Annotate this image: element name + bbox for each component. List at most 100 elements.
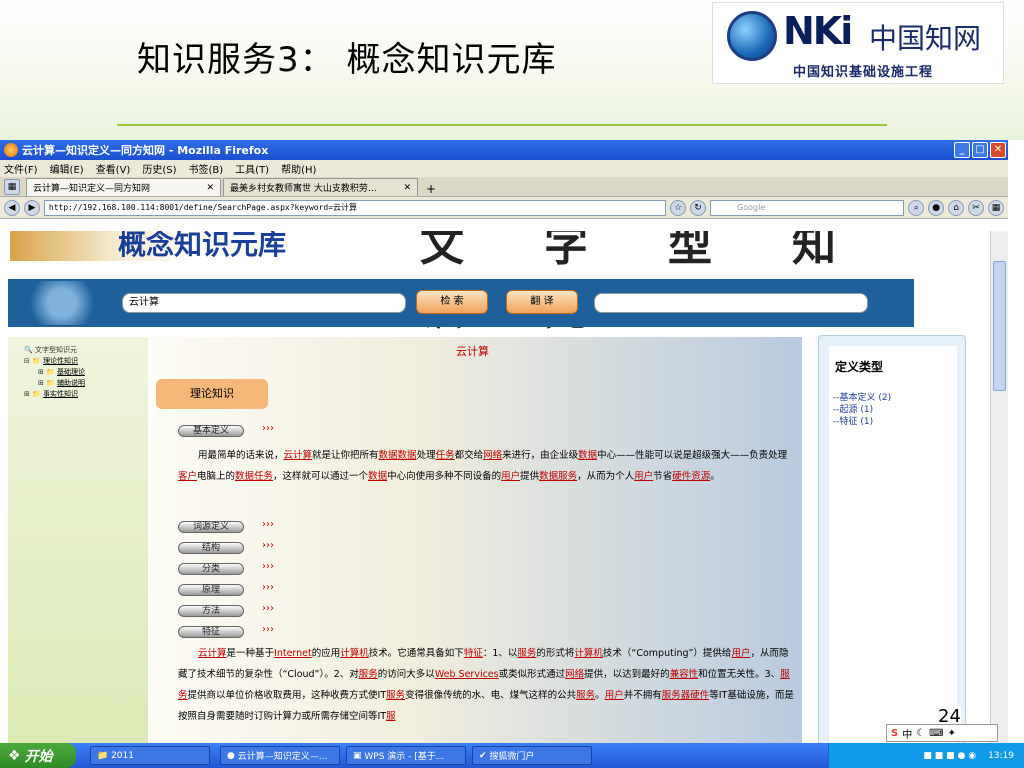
section-basic-definition[interactable]: 基本定义	[178, 425, 244, 437]
clock: 13:19	[988, 750, 1014, 761]
wrench-icon[interactable]: ✦	[948, 728, 956, 739]
chevron-right-icon[interactable]: ›››	[262, 423, 274, 434]
web-search-input[interactable]: Google	[710, 199, 905, 216]
menu-history[interactable]: 历史(S)	[142, 161, 176, 176]
scrollbar-thumb[interactable]	[993, 261, 1006, 391]
chevron-right-icon[interactable]: ›››	[262, 603, 274, 614]
translate-input[interactable]	[594, 293, 868, 313]
minimize-button[interactable]: _	[954, 142, 970, 158]
close-tab-icon[interactable]: ✕	[206, 183, 214, 193]
main-panel: 云计算 理论知识 基本定义 ››› 用最简单的话来说，云计算就是让你把所有数据数…	[150, 337, 802, 743]
logo-subtitle: 中国知识基础设施工程	[793, 65, 934, 80]
theory-knowledge-tag[interactable]: 理论知识	[156, 379, 268, 409]
taskbar: ❖ 开始 📁 2011 ● 云计算—知识定义—... ▣ WPS 演示 - [基…	[0, 743, 1024, 768]
definition-type-list: --基本定义 (2) --起源 (1) --特征 (1)	[833, 392, 891, 428]
logo-letters: NKi	[783, 9, 853, 53]
cnki-logo: NKi 中国知网 中国知识基础设施工程	[712, 2, 1004, 84]
search-icon[interactable]: ⌕	[908, 199, 925, 216]
moon-icon[interactable]: ☾	[916, 728, 925, 739]
chevron-right-icon[interactable]: ›››	[262, 519, 274, 530]
tree-item[interactable]: ⊞ 📁 辅助说明	[24, 378, 148, 389]
tree-item[interactable]: ⊟ 📁 理论性知识	[24, 356, 148, 367]
menu-file[interactable]: 文件(F)	[4, 161, 38, 176]
tab-label: 云计算—知识定义—同方知网	[33, 184, 151, 194]
menu-view[interactable]: 查看(V)	[96, 161, 131, 176]
taskbar-item-firefox[interactable]: ● 云计算—知识定义—...	[220, 746, 340, 765]
tree-item[interactable]: ⊞ 📁 基础理论	[24, 367, 148, 378]
section-principle[interactable]: 原理	[178, 584, 244, 596]
tab-active[interactable]: 云计算—知识定义—同方知网 ✕	[26, 178, 221, 196]
bookmark-star-icon[interactable]: ☆	[670, 199, 687, 216]
slide-title-underline	[117, 124, 887, 126]
slide-title: 知识服务3： 概念知识元库	[137, 40, 557, 80]
menu-tools[interactable]: 工具(T)	[235, 161, 269, 176]
features-paragraph: 云计算是一种基于Internet的应用计算机技术。它通常具备如下特征：1、以服务…	[178, 648, 794, 722]
page-content: 概念知识元库 文字型知识元 云计算 检 索 翻 译 🔍 文字型知识元 ⊟ 📁 理…	[0, 231, 990, 743]
window-title: 云计算—知识定义—同方知网 - Mozilla Firefox	[22, 144, 269, 157]
definition-type-origin[interactable]: --起源 (1)	[833, 404, 891, 416]
browser-window: 云计算—知识定义—同方知网 - Mozilla Firefox _ □ ✕ 文件…	[0, 140, 1008, 743]
sogou-icon[interactable]: S	[891, 728, 898, 739]
back-icon[interactable]: ◀	[4, 199, 20, 216]
addon-icon[interactable]: ●	[928, 199, 945, 216]
keyboard-icon[interactable]: ⌨	[929, 728, 943, 739]
tree-item[interactable]: ⊞ 📁 事实性知识	[24, 389, 148, 400]
chevron-right-icon[interactable]: ›››	[262, 624, 274, 635]
search-button[interactable]: 检 索	[416, 290, 488, 314]
chevron-right-icon[interactable]: ›››	[262, 561, 274, 572]
close-button[interactable]: ✕	[990, 142, 1006, 158]
firefox-icon	[4, 143, 18, 157]
ime-toolbar[interactable]: S 中 ☾ ⌨ ✦	[886, 724, 998, 742]
term-title: 云计算	[456, 345, 489, 358]
home-icon[interactable]: ⌂	[948, 199, 965, 216]
maximize-button[interactable]: □	[972, 142, 988, 158]
close-tab-icon[interactable]: ✕	[403, 183, 411, 193]
url-text: http://192.168.100.114:8001/define/Searc…	[48, 203, 358, 212]
definition-type-basic[interactable]: --基本定义 (2)	[833, 392, 891, 404]
logo-name: 中国知网	[869, 22, 982, 55]
chevron-right-icon[interactable]: ›››	[262, 540, 274, 551]
section-classification[interactable]: 分类	[178, 563, 244, 575]
tray-icons[interactable]: ■ ■ ■ ● ◉	[923, 751, 976, 761]
tools-icon[interactable]: ✂	[968, 199, 985, 216]
translate-button[interactable]: 翻 译	[506, 290, 578, 314]
site-banner: 概念知识元库 文字型知识元	[0, 231, 990, 335]
vertical-scrollbar[interactable]	[990, 231, 1008, 743]
section-method[interactable]: 方法	[178, 605, 244, 617]
window-titlebar: 云计算—知识定义—同方知网 - Mozilla Firefox _ □ ✕	[0, 140, 1008, 160]
section-features[interactable]: 特征	[178, 626, 244, 638]
reload-icon[interactable]: ↻	[690, 199, 707, 216]
keyword-input[interactable]: 云计算	[122, 293, 406, 313]
tree-root[interactable]: 🔍 文字型知识元	[24, 345, 148, 356]
url-bar[interactable]: http://192.168.100.114:8001/define/Searc…	[43, 199, 667, 216]
chevron-right-icon[interactable]: ›››	[262, 582, 274, 593]
start-button[interactable]: ❖ 开始	[0, 743, 76, 768]
ime-language-label[interactable]: 中	[902, 726, 912, 741]
definition-type-title: 定义类型	[835, 360, 884, 374]
menu-bookmarks[interactable]: 书签(B)	[189, 161, 224, 176]
tab-bar: ▦ 云计算—知识定义—同方知网 ✕ 最美乡村女教师寓世 大山支教积劳… ✕ +	[0, 177, 1008, 197]
taskbar-item-folder[interactable]: 📁 2011	[90, 746, 210, 765]
tree-sidebar: 🔍 文字型知识元 ⊟ 📁 理论性知识 ⊞ 📁 基础理论 ⊞ 📁 辅助说明 ⊞ 📁…	[8, 337, 148, 743]
section-structure[interactable]: 结构	[178, 542, 244, 554]
apps-icon[interactable]: ▦	[988, 199, 1004, 216]
section-etymology[interactable]: 词源定义	[178, 521, 244, 533]
navigation-bar: ◀ ▶ http://192.168.100.114:8001/define/S…	[0, 197, 1008, 219]
tab-inactive[interactable]: 最美乡村女教师寓世 大山支教积劳… ✕	[223, 178, 418, 196]
definition-type-feature[interactable]: --特征 (1)	[833, 416, 891, 428]
category-tree: 🔍 文字型知识元 ⊟ 📁 理论性知识 ⊞ 📁 基础理论 ⊞ 📁 辅助说明 ⊞ 📁…	[8, 337, 148, 400]
windows-logo-icon: ❖	[8, 747, 21, 764]
globe-icon	[727, 11, 777, 61]
new-tab-button[interactable]: +	[420, 182, 442, 196]
start-label: 开始	[24, 748, 53, 765]
menu-bar: 文件(F) 编辑(E) 查看(V) 历史(S) 书签(B) 工具(T) 帮助(H…	[0, 160, 1008, 177]
tab-groups-icon[interactable]: ▦	[4, 179, 20, 195]
banner-logo: 概念知识元库	[10, 231, 315, 261]
search-bar: 云计算 检 索 翻 译	[8, 279, 914, 327]
menu-help[interactable]: 帮助(H)	[281, 161, 316, 176]
taskbar-item-wps[interactable]: ▣ WPS 演示 - [基于...	[346, 746, 466, 765]
forward-icon[interactable]: ▶	[23, 199, 40, 216]
menu-edit[interactable]: 编辑(E)	[50, 161, 84, 176]
taskbar-item-sohu[interactable]: ✔ 搜狐微门户	[472, 746, 592, 765]
decorative-circle-icon	[22, 281, 102, 325]
